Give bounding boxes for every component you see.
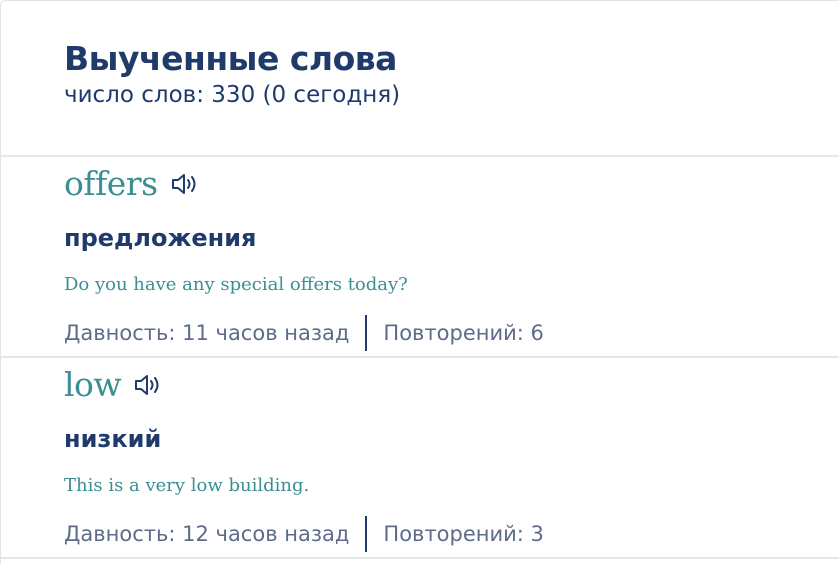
- speaker-icon[interactable]: [133, 371, 165, 399]
- translation: низкий: [64, 425, 162, 453]
- word-count: число слов: 330 (0 сегодня): [64, 82, 401, 108]
- age-label: Давность: 11 часов назад: [64, 321, 350, 345]
- repeats-label: Повторений: 6: [383, 321, 544, 345]
- word-text: low: [64, 365, 122, 404]
- meta-divider: [365, 516, 368, 552]
- speaker-icon[interactable]: [170, 170, 202, 198]
- word-text: offers: [64, 164, 158, 203]
- learned-words-panel: Выученные слова число слов: 330 (0 сегод…: [0, 0, 839, 564]
- meta-divider: [365, 315, 368, 351]
- repeats-label: Повторений: 3: [383, 522, 544, 546]
- example-sentence: Do you have any special offers today?: [64, 274, 408, 295]
- page-title: Выученные слова: [64, 39, 397, 78]
- header: Выученные слова число слов: 330 (0 сегод…: [1, 1, 839, 157]
- translation: предложения: [64, 224, 257, 252]
- word-line: low: [64, 358, 839, 410]
- word-meta: Давность: 12 часов назад Повторений: 3: [64, 516, 839, 552]
- example-sentence: This is a very low building.: [64, 475, 310, 496]
- word-card: low низкий This is a very low building. …: [1, 358, 839, 559]
- word-card: offers предложения Do you have any speci…: [1, 157, 839, 358]
- word-meta: Давность: 11 часов назад Повторений: 6: [64, 315, 839, 351]
- word-line: offers: [64, 157, 839, 209]
- age-label: Давность: 12 часов назад: [64, 522, 350, 546]
